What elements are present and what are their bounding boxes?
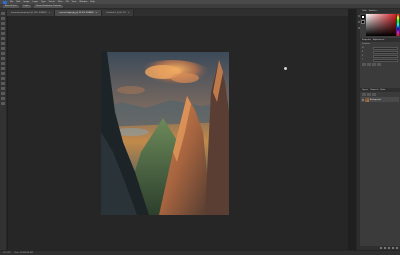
move-tool-icon[interactable] [1,12,5,15]
tab-color[interactable]: Color [362,10,367,12]
width-row: W [362,47,398,50]
clone-stamp-tool-icon[interactable] [1,52,5,55]
crop-tool-icon[interactable] [1,32,5,35]
x-label: X [362,56,364,57]
y-row: Y [362,59,398,62]
document-tabs: mountain-peak.psd @ 25% (RGB/8) × sunset-… [7,9,348,16]
right-panels: Color Swatches Properties Adjustments Tr… [360,9,400,250]
doc-size: Doc: 24.5M/24.5M [14,252,33,254]
zoom-tool-icon[interactable] [1,102,5,105]
layer-filter-buttons [362,93,398,96]
transform-section-label: Transform [362,44,370,45]
hue-slider[interactable] [397,14,399,36]
layer-name: Background [370,98,381,101]
history-brush-tool-icon[interactable] [1,57,5,60]
fg-bg-swatches [361,14,365,36]
layer-select[interactable]: Layer [21,4,32,8]
document-image[interactable] [101,52,229,215]
color-panel-tabs: Color Swatches [360,9,400,13]
width-label: W [362,48,364,49]
align-buttons [362,63,398,66]
brush-tool-icon[interactable] [1,47,5,50]
y-label: Y [362,60,363,61]
foreground-color-swatch[interactable] [361,15,365,19]
align-left-icon[interactable] [362,63,366,66]
auto-select-checkbox[interactable]: Auto-Select [3,4,19,8]
mask-icon[interactable] [388,247,390,249]
x-row: X [362,55,398,58]
shape-tool-icon[interactable] [1,92,5,95]
height-row: H [362,51,398,54]
zoom-level[interactable]: 33.33% [3,252,11,254]
healing-tool-icon[interactable] [1,42,5,45]
tools-panel [0,9,7,255]
quick-select-tool-icon[interactable] [1,27,5,30]
tab-layers[interactable]: Layers [362,89,368,91]
height-field[interactable] [373,51,398,54]
align-right-icon[interactable] [372,63,376,66]
y-field[interactable] [373,59,398,62]
show-transform-checkbox[interactable]: Show Transform Controls [34,4,64,8]
layer-thumbnail [365,97,369,102]
mouse-cursor-icon [284,67,287,70]
align-center-icon[interactable] [367,63,371,66]
status-bar: 33.33% Doc: 24.5M/24.5M [0,250,400,255]
hand-tool-icon[interactable] [1,97,5,100]
eraser-tool-icon[interactable] [1,62,5,65]
type-tool-icon[interactable] [1,82,5,85]
marquee-tool-icon[interactable] [1,17,5,20]
tab-properties[interactable]: Properties [362,39,371,41]
tab-paths[interactable]: Paths [380,89,385,91]
layers-panel-tabs: Layers Channels Paths [360,88,400,92]
color-spectrum[interactable] [366,14,396,36]
tab-swatches[interactable]: Swatches [369,10,378,12]
height-label: H [362,52,364,53]
mountain-photo [101,52,229,215]
pen-tool-icon[interactable] [1,77,5,80]
new-layer-icon[interactable] [392,247,394,249]
dodge-tool-icon[interactable] [1,72,5,75]
filter-adjust-icon[interactable] [372,93,376,96]
background-color-swatch[interactable] [361,20,365,24]
eyedropper-tool-icon[interactable] [1,37,5,40]
properties-panel-tabs: Properties Adjustments [360,38,400,42]
lasso-tool-icon[interactable] [1,22,5,25]
properties-section: Transform [362,43,398,46]
fx-icon[interactable] [384,247,386,249]
trash-icon[interactable] [396,247,398,249]
align-top-icon[interactable] [377,63,381,66]
filter-kind-icon[interactable] [362,93,366,96]
filter-pixel-icon[interactable] [367,93,371,96]
eye-icon[interactable] [362,98,364,101]
link-icon[interactable] [380,247,382,249]
path-select-tool-icon[interactable] [1,87,5,90]
layer-row[interactable]: Background [361,97,399,102]
tab-adjustments[interactable]: Adjustments [373,39,384,41]
gradient-tool-icon[interactable] [1,67,5,70]
tab-channels[interactable]: Channels [370,89,378,91]
color-picker[interactable] [361,14,399,36]
x-field[interactable] [373,55,398,58]
width-field[interactable] [373,47,398,50]
